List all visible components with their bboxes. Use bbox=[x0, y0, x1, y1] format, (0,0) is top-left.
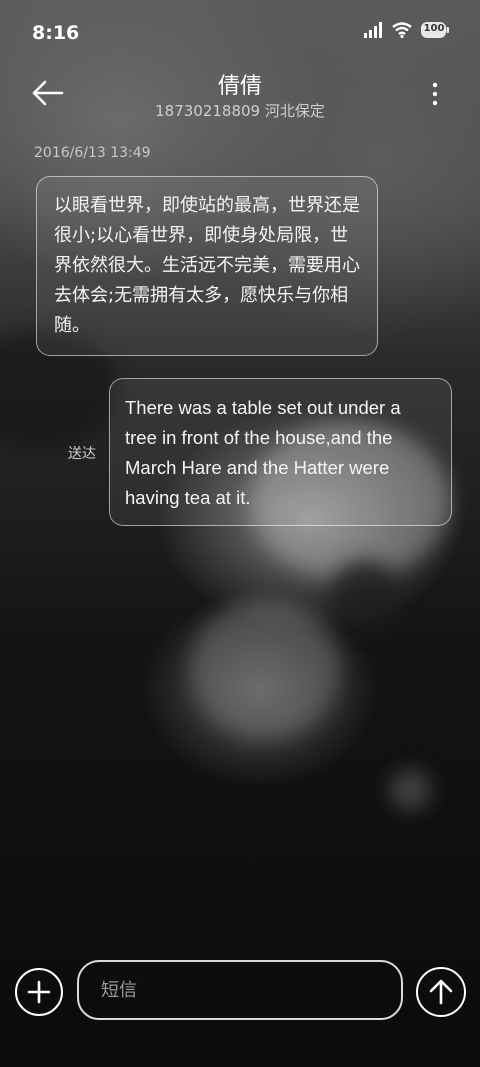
contact-name: 倩倩 bbox=[217, 74, 262, 99]
wifi-icon bbox=[392, 22, 412, 38]
message-text: There was a table set out under a tree i… bbox=[125, 397, 401, 508]
battery-level: 100 bbox=[423, 23, 445, 34]
send-arrow-up-icon bbox=[429, 979, 453, 1005]
message-timestamp: 2016/6/13 13:49 bbox=[34, 145, 151, 161]
message-composer bbox=[0, 958, 480, 1022]
add-attachment-button[interactable] bbox=[15, 968, 63, 1016]
more-vertical-icon[interactable] bbox=[430, 80, 440, 110]
signal-icon bbox=[364, 22, 384, 38]
battery-icon: 100 bbox=[420, 20, 450, 40]
sms-input[interactable] bbox=[77, 960, 403, 1020]
send-button[interactable] bbox=[416, 967, 466, 1017]
plus-icon bbox=[27, 980, 51, 1004]
outgoing-message-bubble[interactable]: There was a table set out under a tree i… bbox=[109, 378, 452, 526]
delivery-status: 送达 bbox=[68, 446, 96, 462]
message-text: 以眼看世界，即使站的最高，世界还是很小;以心看世界，即使身处局限，世界依然很大。… bbox=[54, 195, 360, 336]
contact-detail: 18730218809 河北保定 bbox=[155, 102, 325, 120]
conversation-header: 倩倩 18730218809 河北保定 bbox=[0, 68, 480, 132]
status-bar: 8:16 100 bbox=[0, 0, 480, 68]
status-time: 8:16 bbox=[32, 22, 80, 44]
incoming-message-bubble[interactable]: 以眼看世界，即使站的最高，世界还是很小;以心看世界，即使身处局限，世界依然很大。… bbox=[36, 176, 378, 356]
